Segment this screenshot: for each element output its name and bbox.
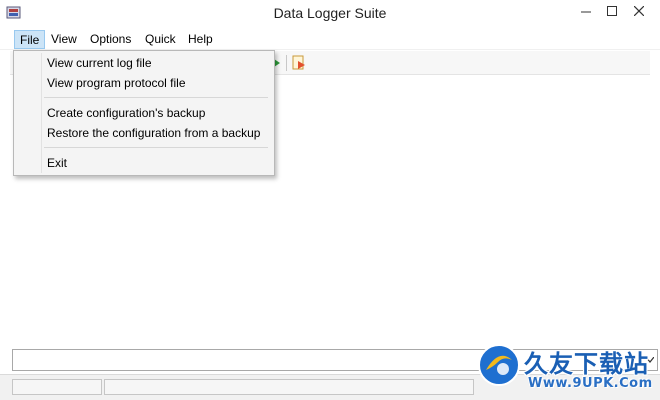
command-input[interactable] xyxy=(15,351,635,369)
menu-item-view-protocol[interactable]: View program protocol file xyxy=(16,73,272,93)
menu-separator xyxy=(16,143,272,153)
menu-view[interactable]: View xyxy=(46,30,82,49)
file-menu-dropdown: View current log file View program proto… xyxy=(13,50,275,176)
status-panel-left xyxy=(12,379,102,395)
window-title: Data Logger Suite xyxy=(273,5,387,21)
menu-help[interactable]: Help xyxy=(183,30,218,49)
app-icon[interactable] xyxy=(6,5,22,21)
menu-item-create-backup[interactable]: Create configuration's backup xyxy=(16,103,272,123)
toolbar-separator xyxy=(286,55,287,71)
chevron-down-icon[interactable] xyxy=(645,355,655,365)
menu-bar: File View Options Quick Help xyxy=(0,28,660,50)
command-combo[interactable] xyxy=(12,349,658,371)
minimize-icon[interactable] xyxy=(572,0,600,22)
menu-quick[interactable]: Quick xyxy=(140,30,181,49)
menu-item-view-current-log[interactable]: View current log file xyxy=(16,53,272,73)
export-icon[interactable] xyxy=(290,54,308,72)
status-bar xyxy=(0,374,660,400)
menu-options[interactable]: Options xyxy=(85,30,136,49)
title-bar: Data Logger Suite xyxy=(0,0,660,28)
status-panel-main xyxy=(104,379,474,395)
menu-file[interactable]: File xyxy=(14,30,46,49)
menu-item-restore-backup[interactable]: Restore the configuration from a backup xyxy=(16,123,272,143)
menu-separator xyxy=(16,93,272,103)
close-icon[interactable] xyxy=(625,0,653,22)
menu-item-exit[interactable]: Exit xyxy=(16,153,272,173)
maximize-icon[interactable] xyxy=(598,0,626,22)
